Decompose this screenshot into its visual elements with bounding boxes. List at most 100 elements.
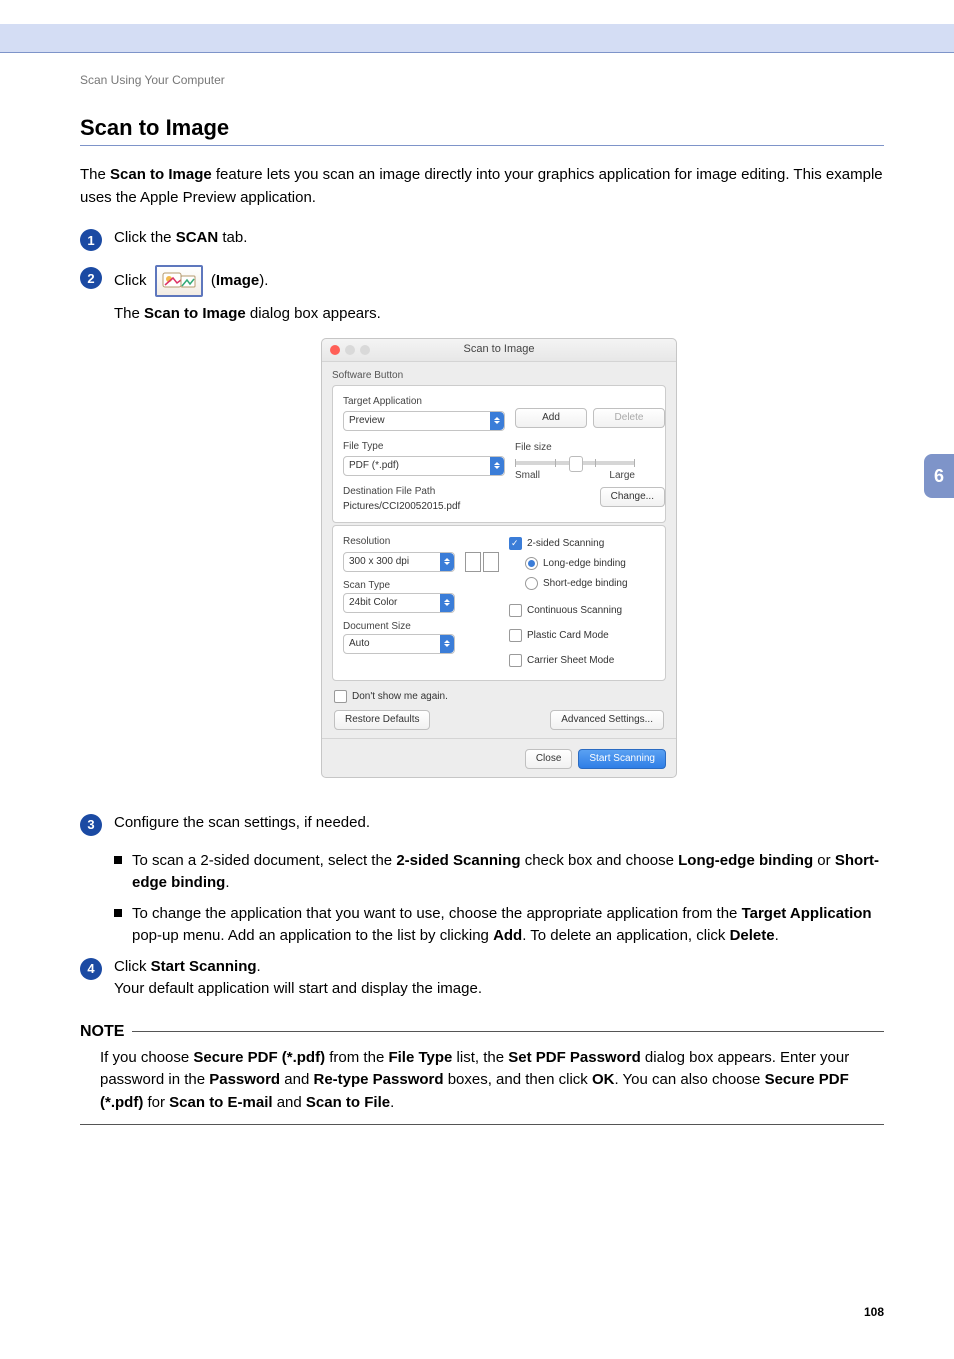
continuous-scanning-label: Continuous Scanning [527, 603, 622, 618]
restore-defaults-button[interactable]: Restore Defaults [334, 710, 430, 730]
step2-line2-post: dialog box appears. [246, 305, 381, 322]
target-application-select[interactable]: Preview [343, 411, 505, 431]
b2-b1: Target Application [742, 905, 872, 922]
note-rule [132, 1031, 884, 1032]
s4-pre: Click [114, 958, 151, 975]
advanced-settings-button[interactable]: Advanced Settings... [550, 710, 664, 730]
b2-b2: Add [493, 927, 522, 944]
s4-line2: Your default application will start and … [114, 978, 884, 1001]
checkbox-icon [509, 629, 522, 642]
carrier-sheet-mode-label: Carrier Sheet Mode [527, 653, 614, 668]
orientation-portrait-icon[interactable] [465, 552, 481, 572]
dont-show-again-checkbox[interactable]: Don't show me again. [334, 689, 448, 704]
step-number-2: 2 [80, 267, 102, 289]
file-size-label: File size [515, 440, 665, 455]
step1-post: tab. [218, 229, 247, 246]
scan-to-image-dialog: Scan to Image Software Button Target App… [321, 338, 677, 778]
delete-button[interactable]: Delete [593, 408, 665, 428]
dropdown-arrow-icon [440, 553, 454, 571]
b1-or: or [813, 852, 835, 869]
side-chapter-tab: 6 [924, 454, 954, 498]
checkbox-icon [334, 690, 347, 703]
step-number-1: 1 [80, 229, 102, 251]
carrier-sheet-mode-checkbox[interactable]: Carrier Sheet Mode [509, 653, 614, 668]
resolution-select[interactable]: 300 x 300 dpi [343, 552, 455, 572]
orientation-landscape-icon[interactable] [483, 552, 499, 572]
step-3: 3 Configure the scan settings, if needed… [80, 812, 884, 836]
dialog-title: Scan to Image [322, 341, 676, 358]
destination-file-path-label: Destination File Path [343, 484, 505, 499]
resolution-value: 300 x 300 dpi [349, 554, 409, 569]
step-number-3: 3 [80, 814, 102, 836]
dialog-lower-box: Resolution 300 x 300 dpi [332, 525, 666, 681]
radio-icon [525, 557, 538, 570]
dialog-titlebar: Scan to Image [322, 339, 676, 362]
document-size-value: Auto [349, 636, 370, 651]
scan-type-value: 24bit Color [349, 595, 397, 610]
s4-bold: Start Scanning [151, 958, 257, 975]
file-size-large-label: Large [609, 468, 635, 483]
dropdown-arrow-icon [490, 412, 504, 430]
top-band [0, 24, 954, 53]
add-button[interactable]: Add [515, 408, 587, 428]
scan-type-label: Scan Type [343, 578, 499, 593]
close-button[interactable]: Close [525, 749, 573, 769]
target-application-label: Target Application [343, 394, 505, 409]
document-size-select[interactable]: Auto [343, 634, 455, 654]
resolution-label: Resolution [343, 534, 499, 549]
scan-type-select[interactable]: 24bit Color [343, 593, 455, 613]
b1-b2: Long-edge binding [678, 852, 813, 869]
file-type-value: PDF (*.pdf) [349, 458, 399, 473]
b2-b3: Delete [730, 927, 775, 944]
document-size-label: Document Size [343, 619, 499, 634]
target-application-value: Preview [349, 413, 385, 428]
b1-pre: To scan a 2-sided document, select the [132, 852, 396, 869]
note-body: If you choose Secure PDF (*.pdf) from th… [100, 1047, 884, 1115]
step2-line2-bold: Scan to Image [144, 305, 246, 322]
step-number-4: 4 [80, 958, 102, 980]
dont-show-again-label: Don't show me again. [352, 689, 448, 704]
two-sided-scanning-checkbox[interactable]: 2-sided Scanning [509, 536, 604, 551]
start-scanning-button[interactable]: Start Scanning [578, 749, 666, 769]
checkbox-icon [509, 537, 522, 550]
continuous-scanning-checkbox[interactable]: Continuous Scanning [509, 603, 622, 618]
dropdown-arrow-icon [440, 635, 454, 653]
bullet-icon [114, 856, 122, 864]
step2-pre: Click [114, 272, 151, 289]
intro-paragraph: The Scan to Image feature lets you scan … [80, 164, 884, 209]
short-edge-binding-radio[interactable]: Short-edge binding [525, 576, 628, 591]
step3-bullet-1: To scan a 2-sided document, select the 2… [114, 850, 884, 895]
s4-post: . [257, 958, 261, 975]
dialog-upper-box: Target Application Preview File Type PDF… [332, 385, 666, 523]
page-title: Scan to Image [80, 115, 884, 141]
b2-mid: pop-up menu. Add an application to the l… [132, 927, 493, 944]
plastic-card-mode-checkbox[interactable]: Plastic Card Mode [509, 628, 609, 643]
b1-end: . [225, 874, 229, 891]
file-type-label: File Type [343, 439, 505, 454]
checkbox-icon [509, 654, 522, 667]
software-button-label: Software Button [332, 368, 676, 383]
file-size-slider[interactable] [515, 461, 635, 465]
long-edge-binding-label: Long-edge binding [543, 556, 626, 571]
file-size-small-label: Small [515, 468, 540, 483]
orientation-icons [465, 552, 499, 572]
b2-mid2: . To delete an application, click [522, 927, 729, 944]
checkbox-icon [509, 604, 522, 617]
change-button[interactable]: Change... [600, 487, 665, 507]
step2-bold: Image [216, 272, 259, 289]
step2-close: ). [259, 272, 268, 289]
b1-b1: 2-sided Scanning [396, 852, 520, 869]
plastic-card-mode-label: Plastic Card Mode [527, 628, 609, 643]
step1-bold: SCAN [176, 229, 219, 246]
step-2: 2 Click (Image). The Scan to Image dialo… [80, 265, 884, 798]
note-end-rule [80, 1124, 884, 1125]
title-underline [80, 145, 884, 146]
page-number: 108 [80, 1305, 884, 1319]
step3-bullet-2: To change the application that you want … [114, 903, 884, 948]
file-type-select[interactable]: PDF (*.pdf) [343, 456, 505, 476]
long-edge-binding-radio[interactable]: Long-edge binding [525, 556, 626, 571]
step1-pre: Click the [114, 229, 176, 246]
b2-end: . [775, 927, 779, 944]
breadcrumb: Scan Using Your Computer [80, 73, 884, 87]
short-edge-binding-label: Short-edge binding [543, 576, 628, 591]
